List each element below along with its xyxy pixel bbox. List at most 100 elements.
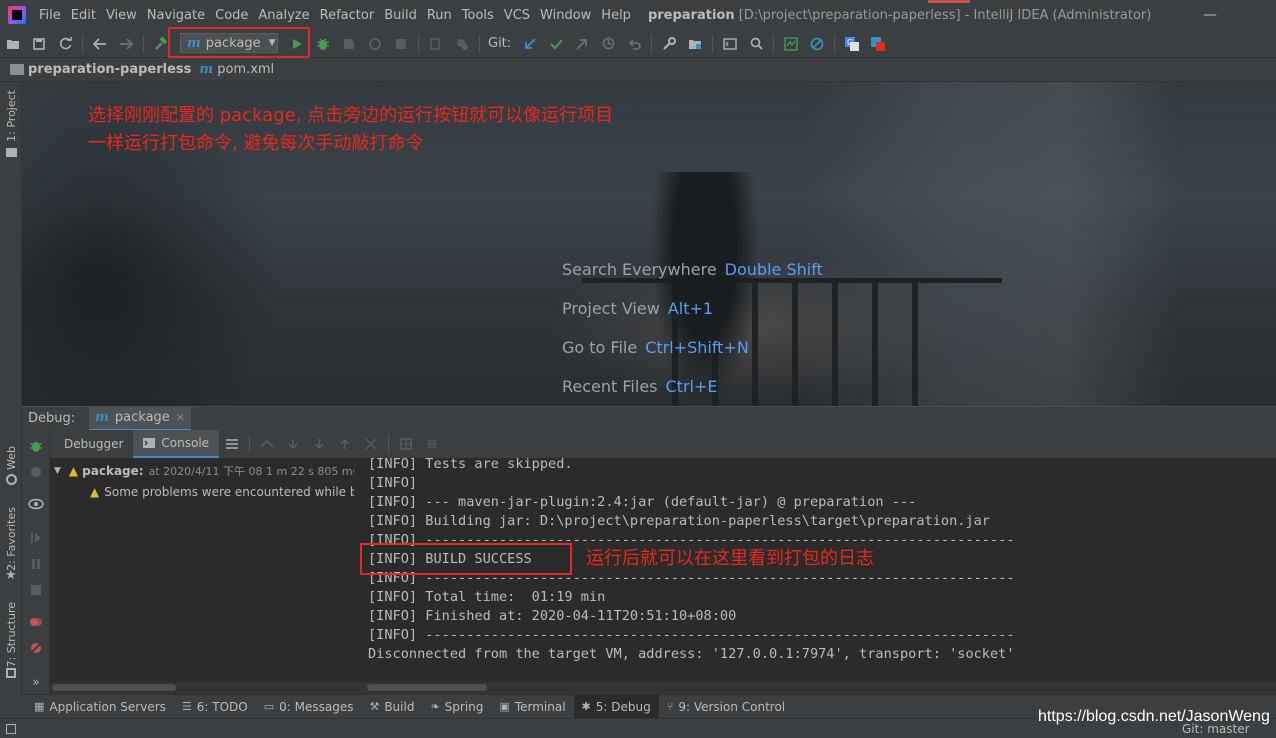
settings-wrench-icon[interactable]	[658, 33, 680, 55]
menu-edit[interactable]: Edit	[66, 8, 101, 23]
menu-window[interactable]: Window	[535, 8, 596, 23]
tool-tab-project[interactable]: 1: Project	[5, 90, 18, 142]
git-history-icon[interactable]	[597, 33, 619, 55]
disable-icon[interactable]	[806, 33, 828, 55]
scrollbar-thumb[interactable]	[367, 684, 487, 691]
console-line: [INFO] --- maven-jar-plugin:2.4:jar (def…	[368, 494, 917, 510]
tool-terminal[interactable]: ▣ Terminal	[491, 695, 573, 719]
expand-arrow-icon[interactable]: ▼	[54, 466, 61, 476]
step-over-icon[interactable]	[282, 433, 304, 455]
project-structure-icon[interactable]	[684, 33, 706, 55]
tab-debugger[interactable]: Debugger	[50, 430, 133, 458]
attach-debugger-icon[interactable]	[425, 33, 447, 55]
menu-file[interactable]: File	[34, 8, 66, 23]
tool-messages[interactable]: ▭ 0: Messages	[256, 695, 362, 719]
breadcrumb-project[interactable]: preparation-paperless	[28, 62, 191, 77]
tool-label: Terminal	[514, 699, 566, 714]
profile-icon[interactable]	[364, 33, 386, 55]
run-coverage-icon[interactable]	[338, 33, 360, 55]
menu-view[interactable]: View	[101, 8, 142, 23]
server-icon: ▦	[34, 700, 45, 713]
run-to-cursor-icon[interactable]	[360, 433, 382, 455]
menu-help[interactable]: Help	[596, 8, 636, 23]
menu-build[interactable]: Build	[379, 8, 422, 23]
view-breakpoints-icon[interactable]	[28, 614, 44, 630]
debug-session-tab[interactable]: m package ✕	[89, 406, 192, 431]
more-actions-icon[interactable]: »	[28, 674, 44, 690]
toolbar-separator	[479, 34, 480, 53]
view-breakpoints-eye-icon[interactable]	[28, 496, 44, 512]
step-out-icon[interactable]	[334, 433, 356, 455]
minimize-button[interactable]: —	[1188, 0, 1232, 30]
toolbar-separator	[249, 435, 251, 453]
tree-root-label: package:	[82, 464, 144, 478]
menu-vcs[interactable]: VCS	[499, 8, 535, 23]
search-icon[interactable]	[745, 33, 767, 55]
git-label: Git:	[488, 36, 512, 51]
menu-bar: File Edit View Navigate Code Analyze Ref…	[0, 0, 1276, 30]
stop-icon[interactable]	[390, 33, 412, 55]
resume-icon[interactable]	[28, 530, 44, 546]
tool-application-servers[interactable]: ▦ Application Servers	[22, 695, 174, 719]
horizontal-scrollbar[interactable]	[355, 682, 1276, 694]
back-arrow-icon[interactable]	[89, 33, 111, 55]
tool-build[interactable]: ⚒ Build	[361, 695, 422, 719]
console-icon	[143, 438, 156, 448]
git-commit-icon[interactable]	[545, 33, 567, 55]
statistic-plugin-icon[interactable]	[780, 33, 802, 55]
pause-icon[interactable]	[28, 556, 44, 572]
git-rollback-icon[interactable]	[623, 33, 645, 55]
menu-run[interactable]: Run	[422, 8, 457, 23]
tab-debugger-label: Debugger	[64, 437, 124, 451]
restart-icon[interactable]	[28, 464, 44, 480]
show-execution-point-icon[interactable]	[256, 433, 278, 455]
menu-refactor[interactable]: Refactor	[315, 8, 380, 23]
menu-code[interactable]: Code	[210, 8, 253, 23]
menu-lines-icon[interactable]	[221, 433, 243, 455]
folder-icon	[10, 64, 24, 75]
forward-arrow-icon[interactable]	[115, 33, 137, 55]
tool-debug[interactable]: ✱ 5: Debug	[573, 694, 659, 719]
sync-icon[interactable]	[54, 33, 76, 55]
step-into-icon[interactable]	[308, 433, 330, 455]
tab-console[interactable]: Console	[133, 430, 220, 458]
debug-tool-header: Debug: m package ✕	[22, 406, 1276, 431]
menu-analyze[interactable]: Analyze	[253, 8, 314, 23]
git-update-icon[interactable]	[519, 33, 541, 55]
update-running-icon[interactable]	[451, 33, 473, 55]
tool-label: Application Servers	[49, 699, 166, 714]
menu-tools[interactable]: Tools	[457, 8, 499, 23]
stop-icon[interactable]	[28, 582, 44, 598]
tool-version-control[interactable]: ⑂ 9: Version Control	[659, 695, 793, 719]
terminal-window-icon[interactable]	[719, 33, 741, 55]
tool-todo[interactable]: ☰ 6: TODO	[174, 695, 256, 719]
save-all-icon[interactable]	[28, 33, 50, 55]
rerun-debug-icon[interactable]	[28, 438, 44, 454]
mute-breakpoints-icon[interactable]	[28, 640, 44, 656]
open-folder-icon[interactable]	[2, 33, 24, 55]
google-translate-icon[interactable]: G	[841, 33, 863, 55]
toggle-tool-windows-icon[interactable]	[6, 723, 16, 734]
window-title: preparation [D:\project\preparation-pape…	[648, 8, 1151, 23]
tool-tab-web[interactable]: Web	[5, 446, 18, 470]
tree-root-row[interactable]: ▼ ▲ package: at 2020/4/11 下午 08 1 m 22 s…	[54, 463, 354, 479]
tool-tab-favorites[interactable]: 2: Favorites	[5, 507, 18, 571]
scrollbar-thumb[interactable]	[52, 684, 176, 691]
console-output[interactable]: [INFO] Tests are skipped. [INFO] [INFO] …	[354, 458, 1276, 694]
git-push-icon[interactable]	[571, 33, 593, 55]
tool-spring[interactable]: ❧ Spring	[422, 695, 491, 719]
trace-icon[interactable]	[421, 433, 443, 455]
hint-shortcut: Ctrl+Shift+N	[645, 338, 749, 357]
tree-warning-row[interactable]: ▲ Some problems were encountered while b	[90, 485, 354, 499]
close-tab-icon[interactable]: ✕	[176, 411, 185, 424]
menu-navigate[interactable]: Navigate	[142, 8, 210, 23]
breadcrumb-file[interactable]: pom.xml	[217, 62, 274, 77]
debug-session-label: package	[114, 410, 170, 425]
tool-tab-structure[interactable]: 7: Structure	[5, 602, 18, 667]
translate-plugin-icon[interactable]	[867, 33, 889, 55]
watermark: https://blog.csdn.net/JasonWeng	[1038, 708, 1270, 725]
horizontal-scrollbar[interactable]	[50, 682, 354, 694]
toolbar-separator	[388, 435, 390, 453]
debug-bug-icon[interactable]	[312, 33, 334, 55]
evaluate-expression-icon[interactable]	[395, 433, 417, 455]
